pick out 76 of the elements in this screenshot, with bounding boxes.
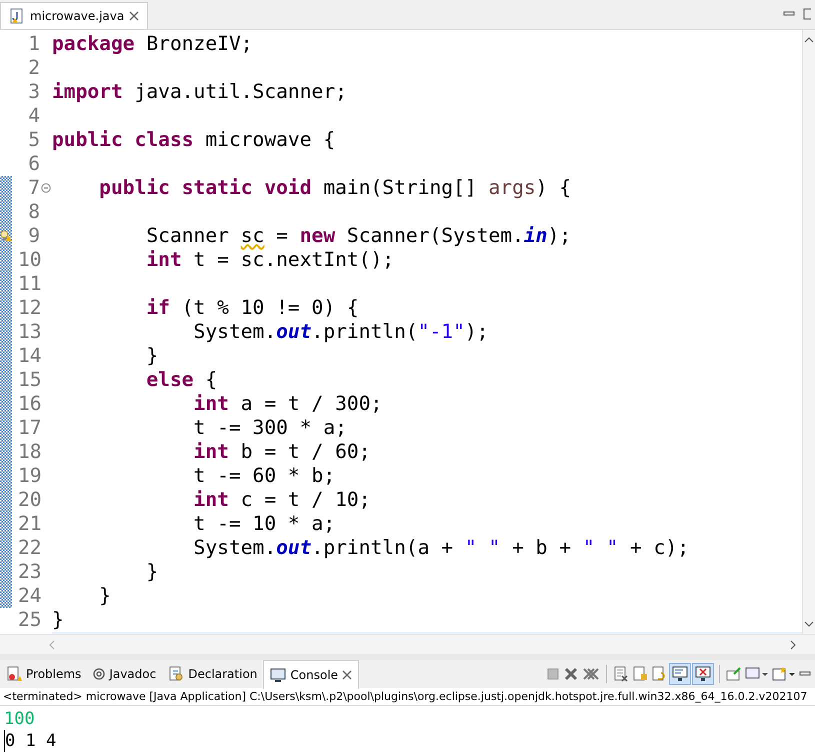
editor-tab[interactable]: microwave.java [0, 2, 148, 29]
line-number: 18 [18, 440, 40, 464]
remove-all-icon[interactable] [582, 666, 600, 682]
console-output-line: 100 [4, 708, 35, 730]
show-on-output-icon[interactable] [670, 664, 690, 684]
line-number: 14 [18, 344, 40, 368]
code-line: int t = sc.nextInt(); [145, 248, 394, 272]
line-number: 17 [18, 416, 40, 440]
line-number: 7 [27, 176, 40, 200]
code-line: t -= 60 * b; [192, 464, 336, 488]
code-line: System.out.println("-1"); [192, 320, 488, 344]
line-number: 16 [18, 392, 40, 416]
line-number: 19 [18, 464, 40, 488]
line-number: 23 [18, 560, 40, 584]
line-number: 4 [27, 104, 40, 128]
code-line: int c = t / 10; [192, 488, 371, 512]
line-number: 1 [27, 32, 40, 56]
line-number: 5 [27, 128, 40, 152]
declaration-icon [168, 666, 184, 682]
code-line: if (t % 10 != 0) { [145, 296, 359, 320]
fold-toggle-icon[interactable] [41, 182, 51, 193]
line-number: 24 [18, 584, 40, 608]
remove-icon[interactable] [563, 666, 579, 682]
close-icon[interactable] [342, 670, 352, 680]
line-number: 20 [18, 488, 40, 512]
code-line: System.out.println(a + " " + b + " " + c); [192, 536, 690, 560]
line-number: 10 [18, 248, 40, 272]
code-line: } [145, 344, 158, 368]
close-icon[interactable] [129, 10, 140, 21]
view-tab[interactable]: Console [263, 660, 360, 689]
code-line: Scanner sc = new Scanner(System.in); [145, 224, 572, 248]
line-number: 25 [18, 608, 40, 632]
line-number: 2 [27, 56, 40, 80]
code-line: } [145, 560, 158, 584]
line-number: 8 [27, 200, 40, 224]
line-number: 11 [18, 272, 40, 296]
line-number: 6 [27, 152, 40, 176]
scroll-lock-icon[interactable] [632, 666, 648, 682]
line-number: 21 [18, 512, 40, 536]
pin-icon[interactable] [726, 666, 742, 682]
code-line: package BronzeIV; [52, 32, 253, 56]
console-status: <terminated> microwave [Java Application] C:\Users\ksm\.p2\pool\plugins\org.eclipse.justj.openjdk.hotspot.jre.full.win32.x86_64_16.0.2.v202107 [0, 688, 815, 706]
maximize-icon[interactable] [803, 8, 811, 20]
view-tab[interactable]: Javadoc [87, 660, 162, 688]
view-tab[interactable]: Problems [0, 660, 88, 688]
view-tab[interactable]: Declaration [162, 660, 264, 688]
java-file-icon [9, 8, 25, 24]
code-line: else { [145, 368, 218, 392]
new-console-icon[interactable] [772, 666, 796, 682]
code-line: } [98, 584, 111, 608]
clear-console-icon[interactable] [613, 666, 629, 682]
line-number: 13 [18, 320, 40, 344]
horizontal-scrollbar[interactable] [0, 634, 815, 654]
vertical-scrollbar[interactable] [802, 30, 815, 634]
line-number: 3 [27, 80, 40, 104]
scroll-right-icon[interactable] [789, 640, 797, 650]
problems-icon [6, 666, 22, 682]
console-output-line: 0 1 4 [4, 730, 56, 752]
line-number: 22 [18, 536, 40, 560]
code-line: int b = t / 60; [192, 440, 371, 464]
monitor-icon [270, 666, 286, 683]
warning-bulb-icon[interactable] [0, 228, 12, 243]
scroll-up-icon[interactable] [804, 36, 814, 44]
code-line: import java.util.Scanner; [52, 80, 347, 104]
code-line: public class microwave { [52, 128, 336, 152]
code-line: t -= 300 * a; [192, 416, 347, 440]
line-number: 12 [18, 296, 40, 320]
word-wrap-icon[interactable] [651, 666, 667, 682]
line-number: 9 [27, 224, 40, 248]
code-line: } [52, 608, 64, 632]
code-line: int a = t / 300; [192, 392, 382, 416]
line-number: 15 [18, 368, 40, 392]
code-line: public static void main(String[] args) { [98, 176, 572, 200]
show-on-error-icon[interactable] [693, 664, 713, 684]
code-line: t -= 10 * a; [192, 512, 336, 536]
scroll-down-icon[interactable] [804, 620, 814, 628]
